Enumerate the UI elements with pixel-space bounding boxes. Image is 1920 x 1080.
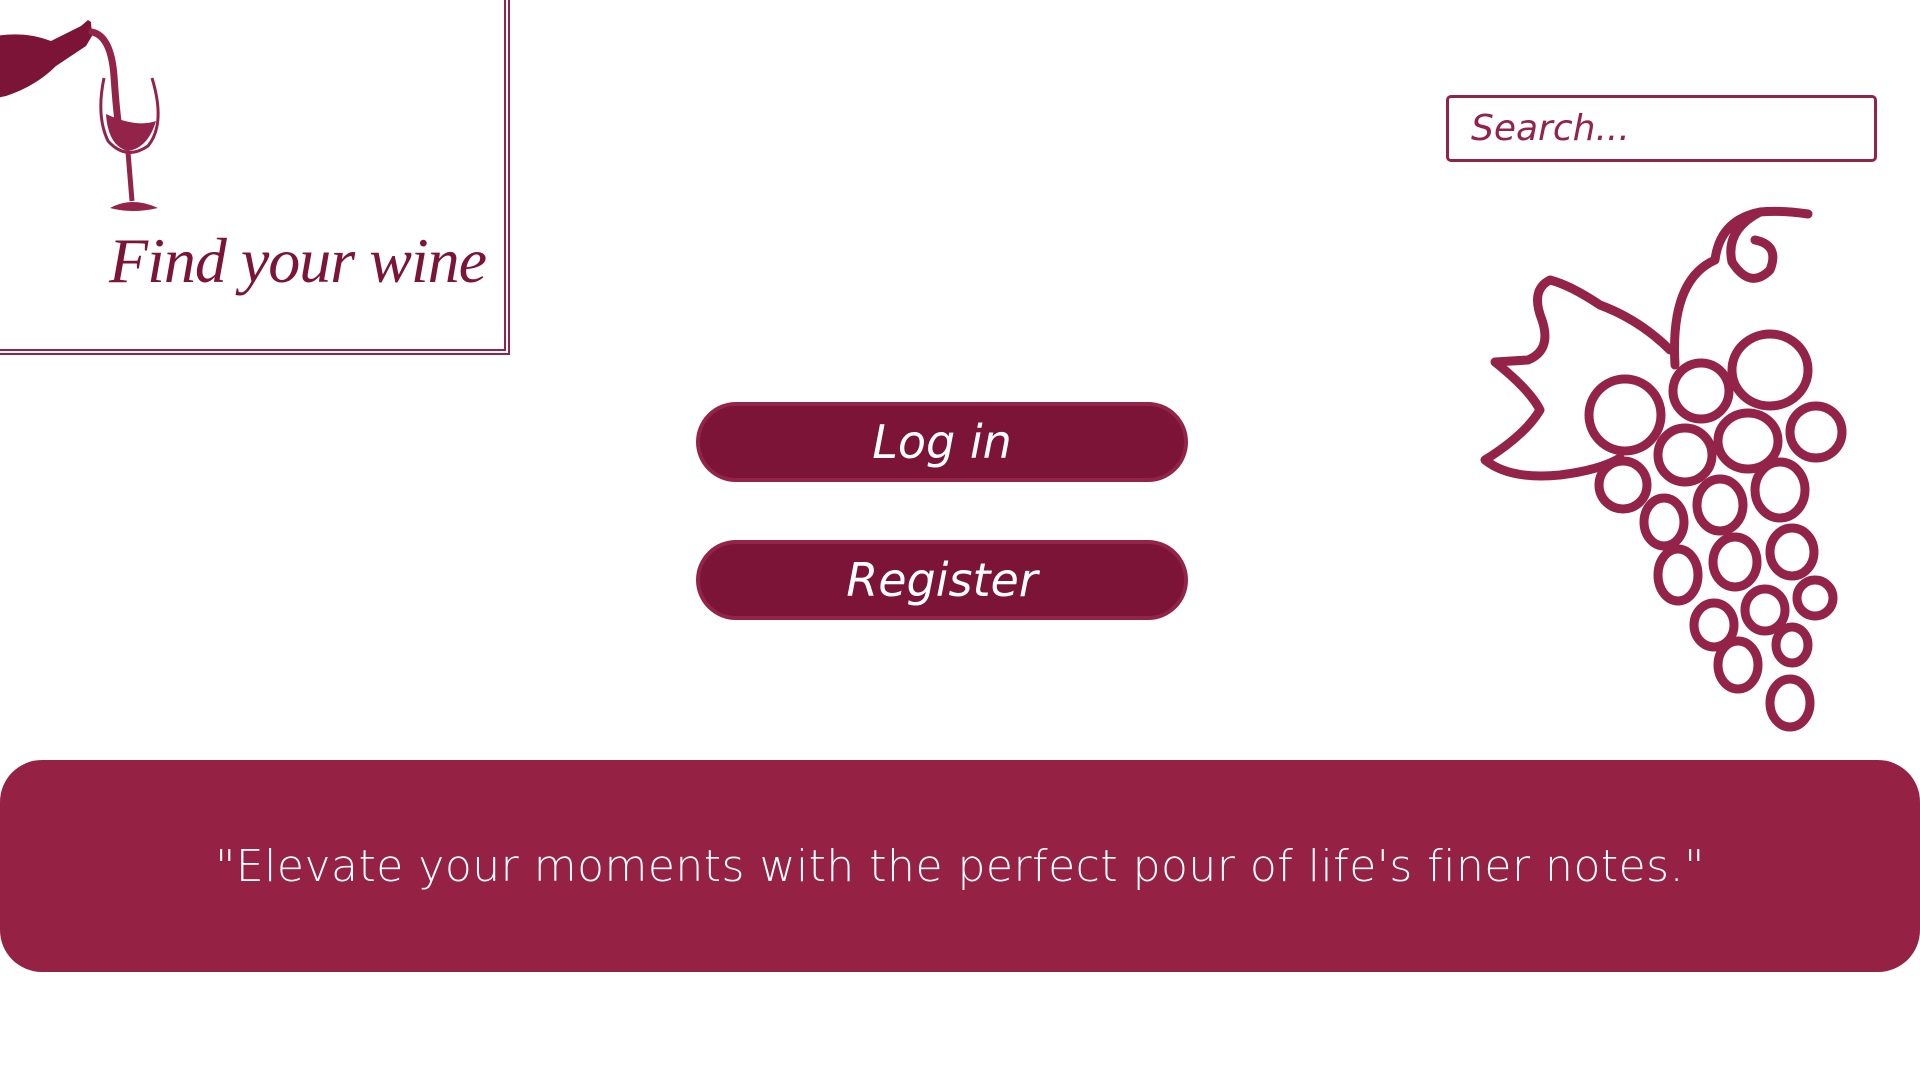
logo-card[interactable]: Find your wine	[0, 0, 510, 355]
login-button[interactable]: Log in	[696, 402, 1188, 482]
quote-text: "Elevate your moments with the perfect p…	[215, 840, 1705, 892]
search-input[interactable]: Search...	[1446, 95, 1877, 162]
register-button-label: Register	[846, 553, 1038, 607]
register-button[interactable]: Register	[696, 540, 1188, 620]
grapes-icon	[1480, 206, 1847, 732]
wine-pour-icon	[0, 20, 160, 211]
logo-title: Find your wine	[109, 225, 487, 296]
login-button-label: Log in	[872, 415, 1012, 469]
quote-banner: "Elevate your moments with the perfect p…	[0, 760, 1920, 972]
search-placeholder: Search...	[1471, 108, 1630, 149]
